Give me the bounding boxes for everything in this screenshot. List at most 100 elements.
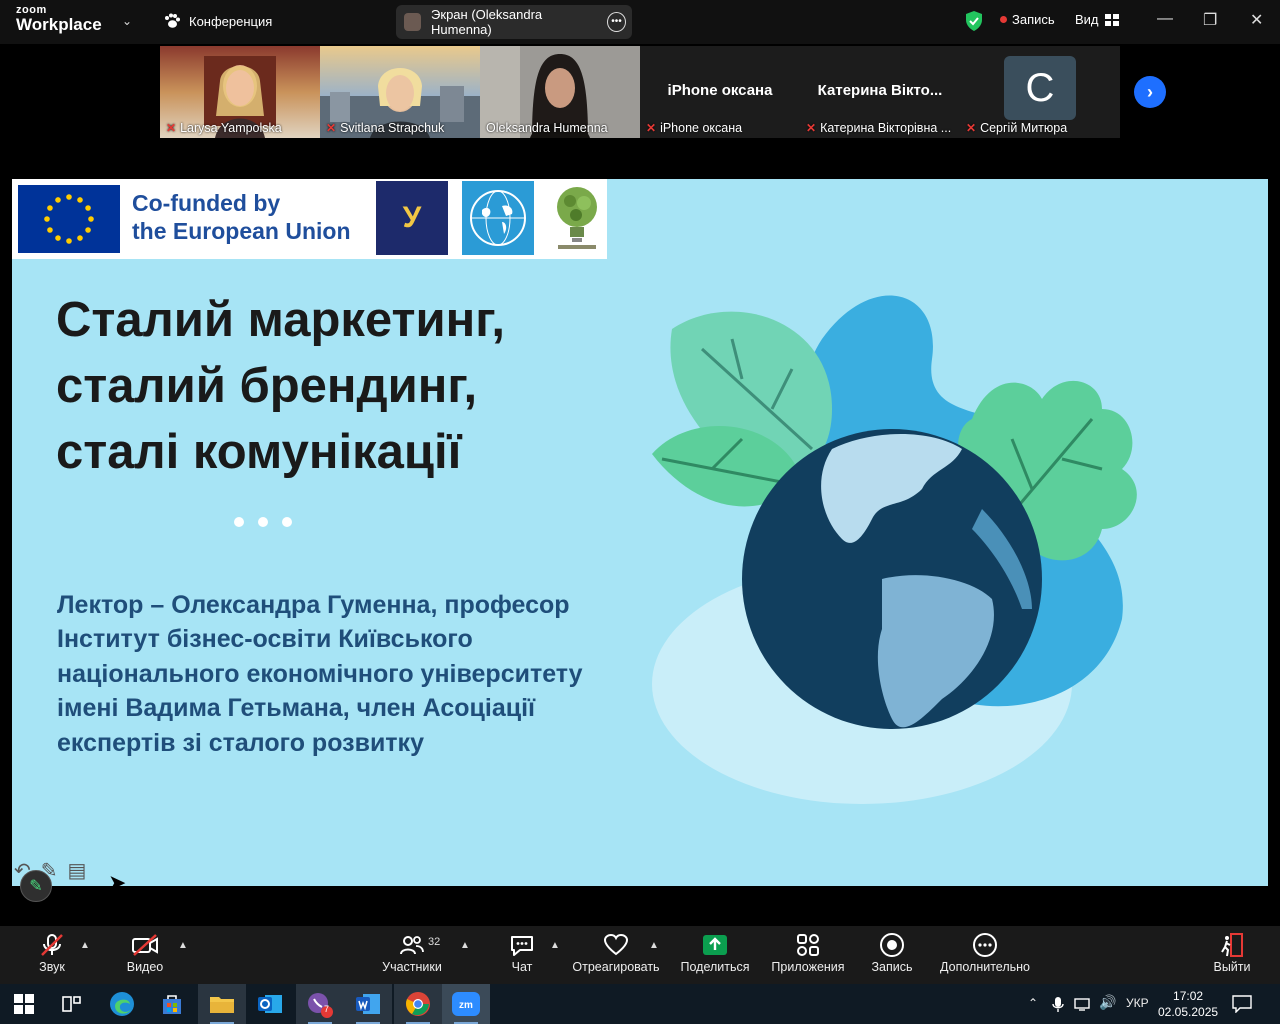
mic-muted-icon: ✕ (966, 121, 977, 135)
participant-display-name: iPhone оксана (667, 82, 773, 99)
tray-chevron-up-icon[interactable]: ⌃ (1028, 996, 1038, 1010)
react-label: Отреагировать (572, 960, 660, 974)
share-label: Поделиться (680, 960, 750, 974)
edge-browser-icon[interactable] (98, 984, 146, 1024)
participant-name: ✕ Сергій Митюра (966, 121, 1068, 135)
apps-grid-icon (770, 930, 846, 960)
microphone-tray-icon[interactable] (1052, 996, 1064, 1012)
network-icon[interactable] (1074, 997, 1092, 1011)
meeting-controls: Звук ▲ Видео ▲ Участники 32 ▲ Чат ▲ Отре… (0, 926, 1280, 984)
eu-flag-icon (18, 185, 120, 253)
viber-icon[interactable]: 7 (296, 984, 344, 1024)
globe-logo (462, 181, 534, 255)
participant-name: Oleksandra Humenna (486, 121, 608, 135)
outlook-icon[interactable] (246, 984, 294, 1024)
viber-badge: 7 (324, 1004, 330, 1014)
language-indicator[interactable]: УКР (1126, 996, 1149, 1010)
grid-view-icon (1104, 13, 1119, 26)
react-caret-icon[interactable]: ▲ (649, 940, 659, 951)
notifications-icon[interactable] (1232, 995, 1252, 1013)
slide-title: Сталий маркетинг, сталий брендинг, сталі… (56, 287, 536, 485)
recording-indicator[interactable]: Запись (1000, 12, 1055, 27)
view-label: Вид (1075, 12, 1099, 27)
eu-star (77, 197, 83, 203)
screen-share-indicator[interactable]: Экран (Oleksandra Humenna) ••• (396, 5, 632, 39)
speaker-icon[interactable]: 🔊 (1099, 994, 1116, 1011)
world-map-icon (470, 190, 526, 246)
record-label: Запись (871, 960, 913, 974)
presenter-avatar (404, 13, 422, 31)
chat-button[interactable]: Чат (502, 930, 542, 974)
system-clock[interactable]: 17:02 02.05.2025 (1158, 988, 1218, 1020)
record-button[interactable]: Запись (868, 930, 916, 974)
chat-label: Чат (511, 960, 533, 974)
audio-button[interactable]: Звук (30, 930, 74, 974)
eu-star (55, 235, 61, 241)
word-icon[interactable] (344, 984, 392, 1024)
video-off-icon (122, 930, 168, 960)
zoom-titlebar: zoom Workplace ⌄ Конференция Экран (Olek… (0, 0, 1280, 44)
eu-star (55, 197, 61, 203)
leave-button[interactable]: Выйти (1212, 930, 1252, 974)
close-icon[interactable]: ✕ (1250, 10, 1263, 30)
eu-star (47, 227, 53, 233)
participant-strip: ✕ Larysa Yampolska ✕ Svitlana Strapchuk Ol… (160, 46, 1120, 138)
clock-time: 17:02 (1173, 989, 1204, 1003)
store-icon[interactable] (148, 984, 196, 1024)
mic-muted-icon: ✕ (326, 121, 337, 135)
windows-start-icon[interactable] (0, 984, 48, 1024)
record-label: Запись (1012, 12, 1055, 27)
video-tile-larysa[interactable]: ✕ Larysa Yampolska (160, 46, 320, 138)
next-page-arrow-icon[interactable]: › (1134, 76, 1166, 108)
title-line: сталий брендинг, (56, 359, 478, 413)
eu-star (44, 216, 50, 222)
mic-off-icon (30, 930, 74, 960)
mic-muted-icon: ✕ (646, 121, 657, 135)
shared-screen-slide: Co-funded by the European Union У Сталий… (12, 179, 1268, 886)
participants-caret-icon[interactable]: ▲ (460, 940, 470, 951)
more-dots-icon (938, 930, 1032, 960)
eu-star (77, 235, 83, 241)
title-line: сталі комунікації (56, 425, 462, 479)
clock-date: 02.05.2025 (1158, 1005, 1219, 1019)
video-tile-oleksandra[interactable]: Oleksandra Humenna (480, 46, 640, 138)
participant-name: ✕ Larysa Yampolska (166, 121, 282, 135)
participant-name: ✕ Катерина Вікторівна ... (806, 121, 952, 135)
video-tile-svitlana[interactable]: ✕ Svitlana Strapchuk (320, 46, 480, 138)
react-button[interactable]: Отреагировать (572, 930, 660, 974)
text-box-icon[interactable]: ▤ (68, 858, 87, 883)
minimize-icon[interactable]: — (1157, 10, 1173, 28)
mic-muted-icon: ✕ (166, 121, 177, 135)
audio-options-caret-icon[interactable]: ▲ (80, 940, 90, 951)
decorative-dots (234, 517, 292, 527)
chevron-down-icon[interactable]: ⌄ (122, 14, 132, 28)
zoom-taskbar-icon[interactable]: zm (442, 984, 490, 1024)
record-dot-icon (1000, 16, 1007, 23)
view-button[interactable]: Вид (1075, 12, 1119, 27)
mouse-pointer-icon: ➤ (108, 870, 127, 895)
participants-count: 32 (428, 936, 441, 948)
task-view-icon[interactable] (48, 984, 96, 1024)
shield-check-icon[interactable] (964, 10, 984, 32)
conference-menu[interactable]: Конференция (163, 13, 272, 29)
leave-label: Выйти (1213, 960, 1251, 974)
video-tile-iphone-oksana[interactable]: iPhone оксана ✕ iPhone оксана (640, 46, 800, 138)
more-options-icon[interactable]: ••• (606, 12, 626, 32)
video-options-caret-icon[interactable]: ▲ (178, 940, 188, 951)
annotate-pen-button[interactable]: ✎ (20, 870, 52, 902)
apps-label: Приложения (771, 960, 845, 974)
conference-label: Конференция (189, 13, 273, 29)
apps-button[interactable]: Приложения (770, 930, 846, 974)
chrome-icon[interactable] (394, 984, 442, 1024)
video-button[interactable]: Видео (122, 930, 168, 974)
video-tile-kateryna[interactable]: Катерина Вікто... ✕ Катерина Вікторівна .… (800, 46, 960, 138)
windows-taskbar: 7 zm ⌃ 🔊 УКР 17:02 02.05.2025 (0, 984, 1280, 1024)
more-button[interactable]: Дополнительно (938, 930, 1032, 974)
share-button[interactable]: Поделиться (680, 930, 750, 974)
eu-star (47, 205, 53, 211)
restore-icon[interactable]: ❐ (1203, 10, 1217, 30)
video-tile-serhii[interactable]: С ✕ Сергій Митюра (960, 46, 1120, 138)
chat-caret-icon[interactable]: ▲ (550, 940, 560, 951)
logo-line2: Workplace (16, 15, 102, 34)
file-explorer-icon[interactable] (198, 984, 246, 1024)
